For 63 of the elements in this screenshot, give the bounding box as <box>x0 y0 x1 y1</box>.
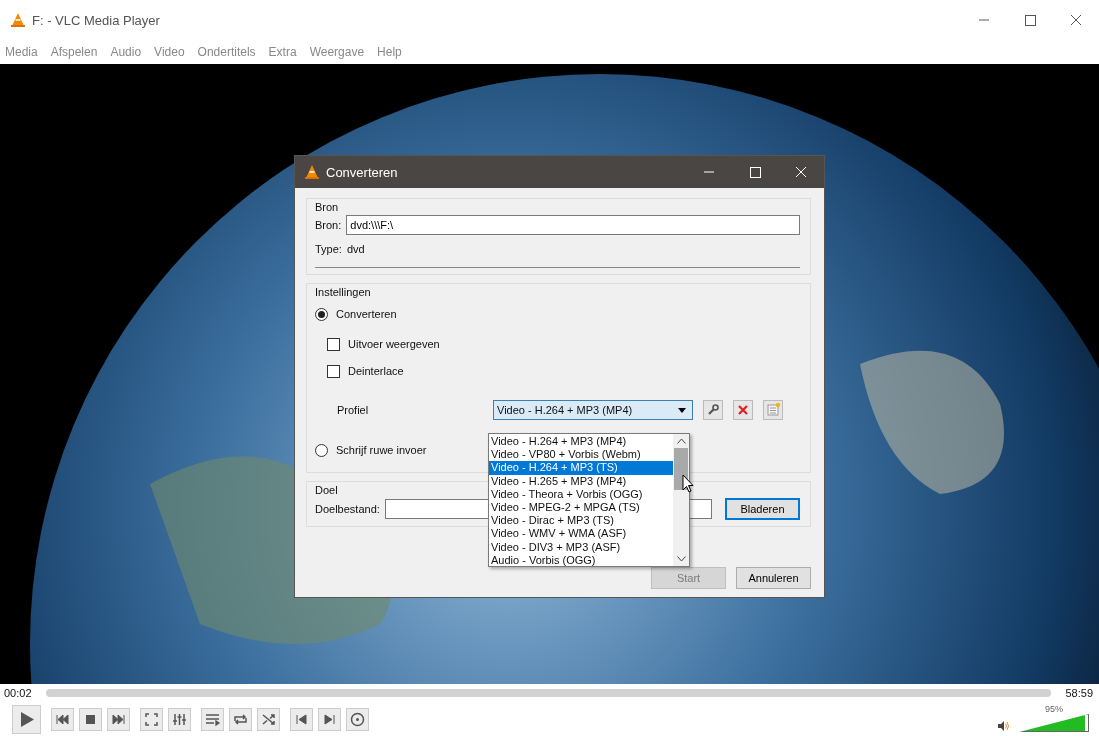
menu-item[interactable]: Extra <box>268 45 297 59</box>
menu-item[interactable]: Help <box>377 45 402 59</box>
list-option[interactable]: Audio - Vorbis (OGG) <box>489 553 673 567</box>
checkbox[interactable] <box>327 364 340 378</box>
list-option[interactable]: Video - H.265 + MP3 (MP4) <box>489 474 673 488</box>
previous-frame-icon[interactable] <box>290 707 313 731</box>
previous-icon[interactable] <box>51 707 74 731</box>
vlc-cone-icon <box>304 164 320 180</box>
field-label: Bron: <box>315 219 342 231</box>
radio-label: Schrijf ruwe invoer <box>336 444 427 456</box>
vlc-cone-icon <box>10 12 26 28</box>
next-icon[interactable] <box>107 707 130 731</box>
speaker-icon[interactable] <box>997 720 1009 732</box>
source-field[interactable]: dvd:\\\F:\ <box>346 215 800 235</box>
loop-icon[interactable] <box>229 707 252 731</box>
list-option[interactable]: Video - VP80 + Vorbis (Webm) <box>489 448 673 462</box>
elapsed-time: 00:02 <box>4 687 32 699</box>
menu-item[interactable]: Ondertitels <box>197 45 256 59</box>
field-label: Doelbestand: <box>315 503 380 515</box>
field-label: Profiel <box>337 404 370 416</box>
playlist-icon[interactable] <box>201 707 224 731</box>
radio-label: Converteren <box>336 308 397 320</box>
wrench-icon[interactable] <box>703 400 723 420</box>
next-frame-icon[interactable] <box>318 707 341 731</box>
scroll-up-icon <box>676 438 686 444</box>
list-option[interactable]: Video - Dirac + MP3 (TS) <box>489 514 673 528</box>
dropdown-arrow-icon <box>678 407 686 413</box>
list-option[interactable]: Video - H.264 + MP3 (MP4) <box>489 435 673 449</box>
dialog-button[interactable]: Annuleren <box>736 567 811 589</box>
checkbox-label: Deinterlace <box>348 365 404 377</box>
stop-icon[interactable] <box>79 707 102 731</box>
list-option[interactable]: Video - Theora + Vorbis (OGG) <box>489 487 673 501</box>
total-time: 58:59 <box>1065 687 1093 699</box>
type-value: dvd <box>346 243 365 255</box>
menu-item[interactable]: Video <box>154 45 185 59</box>
list-option[interactable]: Video - H.264 + MP3 (TS) <box>489 461 673 475</box>
group-label: Instellingen <box>315 286 371 298</box>
menu-item[interactable]: Afspelen <box>50 45 98 59</box>
list-option[interactable]: Video - MPEG-2 + MPGA (TS) <box>489 500 673 515</box>
equalizer-icon[interactable] <box>168 707 191 731</box>
group-label: Doel <box>315 484 338 496</box>
shuffle-icon[interactable] <box>257 707 280 731</box>
checkbox-label: Uitvoer weergeven <box>348 338 440 350</box>
scrollbar[interactable] <box>673 434 689 566</box>
group-label: Bron <box>315 201 339 213</box>
menu-item[interactable]: Audio <box>110 45 142 59</box>
field-label: Type: <box>315 243 342 255</box>
scroll-down-icon <box>676 556 686 562</box>
profile-dropdown[interactable]: Video - H.264 + MP3 (MP4) <box>493 400 693 420</box>
delete-icon[interactable] <box>733 400 753 420</box>
menu-item[interactable]: Media <box>5 45 38 59</box>
checkbox[interactable] <box>327 337 340 351</box>
radio-button[interactable] <box>315 443 328 457</box>
menu-item[interactable]: Weergave <box>309 45 365 59</box>
volume-reading: 95% <box>1045 704 1063 714</box>
window-title: F: - VLC Media Player <box>32 12 160 28</box>
play-icon[interactable] <box>12 704 41 734</box>
list-option[interactable]: Video - DIV3 + MP3 (ASF) <box>489 540 673 554</box>
radio-button[interactable] <box>315 307 328 321</box>
dialog-title: Converteren <box>326 164 398 180</box>
list-option[interactable]: Video - WMV + WMA (ASF) <box>489 527 673 541</box>
browse-button[interactable]: Bladeren <box>725 498 800 520</box>
fullscreen-icon[interactable] <box>140 707 163 731</box>
